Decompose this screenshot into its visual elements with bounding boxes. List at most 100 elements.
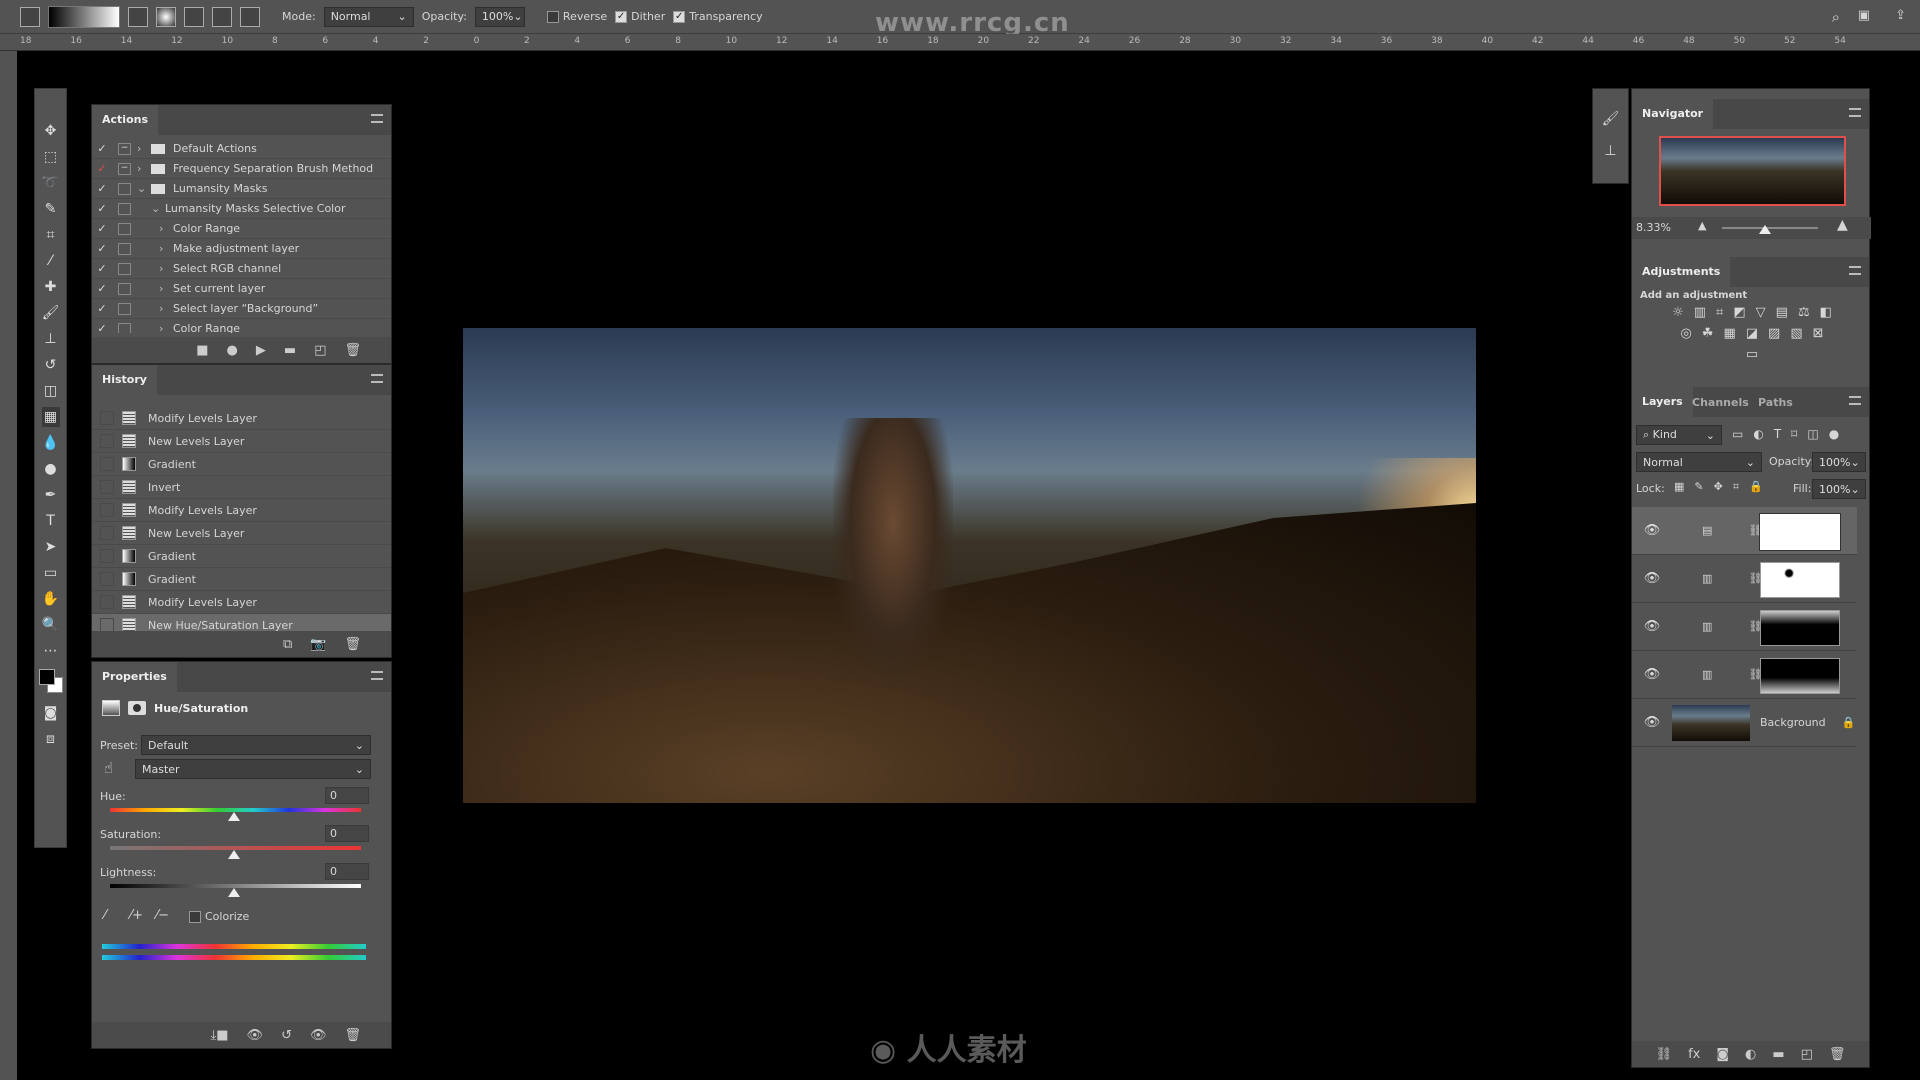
filter-toggle-icon[interactable]: ●	[1829, 427, 1839, 441]
layer-mask-thumbnail[interactable]	[1760, 610, 1840, 646]
snapshot-source-box[interactable]	[100, 572, 114, 586]
hue-value-input[interactable]: 0	[325, 787, 369, 804]
fx-icon[interactable]: fx	[1688, 1047, 1700, 1062]
zoom-tool-icon[interactable]: 🔍	[42, 615, 60, 635]
brush-tool-icon[interactable]: 🖌	[42, 303, 60, 323]
posterize-icon[interactable]: ▨	[1768, 326, 1780, 341]
panel-menu-icon[interactable]	[371, 114, 383, 123]
check-icon[interactable]: ✓	[92, 222, 112, 235]
layer-background[interactable]: 👁 Background 🔒	[1632, 699, 1857, 747]
check-icon[interactable]: ✓	[92, 242, 112, 255]
document-canvas-image[interactable]	[463, 328, 1476, 803]
properties-tab[interactable]: Properties	[92, 662, 177, 692]
check-icon[interactable]: ✓	[92, 162, 112, 175]
color-lookup-icon[interactable]: ▦	[1723, 326, 1735, 341]
more-tools-icon[interactable]: ⋯	[42, 641, 60, 661]
action-item[interactable]: ✓ › Set current layer	[92, 279, 391, 299]
new-action-icon[interactable]: ◰	[314, 343, 326, 358]
channel-mixer-icon[interactable]: ☘	[1702, 326, 1714, 341]
eyedropper-add-icon[interactable]: ⁄+	[130, 908, 143, 923]
channel-select[interactable]: Master ⌄	[135, 759, 371, 779]
visibility-eye-icon[interactable]: 👁	[1632, 667, 1672, 682]
snapshot-source-box[interactable]	[100, 411, 114, 425]
action-item[interactable]: ✓ › Color Range	[92, 319, 391, 333]
panel-menu-icon[interactable]	[371, 374, 383, 383]
panel-menu-icon[interactable]	[1849, 396, 1861, 405]
move-tool-icon[interactable]: ✥	[42, 121, 60, 141]
eyedropper-icon[interactable]: ⁄	[104, 908, 106, 923]
trash-icon[interactable]: 🗑	[1829, 1047, 1846, 1062]
fill-input[interactable]: 100% ⌄	[1812, 479, 1866, 499]
pen-tool-icon[interactable]: ✒	[42, 485, 60, 505]
chevron-down-icon[interactable]: ⌄	[151, 202, 165, 215]
saturation-slider-thumb[interactable]	[228, 850, 240, 859]
view-previous-state-icon[interactable]: 👁	[247, 1028, 264, 1043]
visibility-eye-icon[interactable]: 👁	[310, 1028, 327, 1043]
new-set-folder-icon[interactable]: ▬	[284, 343, 296, 358]
visibility-eye-icon[interactable]: 👁	[1632, 523, 1672, 538]
action-item[interactable]: ✓ › Color Range	[92, 219, 391, 239]
layer-mask-thumbnail[interactable]	[1760, 562, 1840, 598]
shape-tool-icon[interactable]: ▭	[42, 563, 60, 583]
lightness-slider-thumb[interactable]	[228, 888, 240, 897]
dialog-toggle-icon[interactable]	[118, 222, 131, 235]
history-state[interactable]: Invert	[92, 476, 391, 499]
eraser-tool-icon[interactable]: ◫	[42, 381, 60, 401]
share-icon[interactable]: ⇪	[1895, 8, 1906, 23]
workspace-icon[interactable]: ▣	[1858, 8, 1870, 23]
filter-pixel-icon[interactable]: ▭	[1732, 427, 1743, 441]
hand-tool-icon[interactable]: ✋	[42, 589, 60, 609]
blend-mode-select[interactable]: Normal ⌄	[1636, 452, 1762, 472]
chevron-down-icon[interactable]: ⌄	[137, 182, 151, 195]
history-state[interactable]: Modify Levels Layer	[92, 591, 391, 614]
snapshot-source-box[interactable]	[100, 595, 114, 609]
diamond-gradient-button[interactable]	[240, 6, 260, 27]
snapshot-source-box[interactable]	[100, 434, 114, 448]
path-selection-icon[interactable]: ➤	[42, 537, 60, 557]
history-brush-icon[interactable]: ↺	[42, 355, 60, 375]
levels-icon[interactable]: ▥	[1694, 305, 1706, 320]
curves-icon[interactable]: ⌗	[1716, 305, 1723, 320]
add-mask-icon[interactable]: ◙	[1716, 1047, 1729, 1062]
eyedropper-subtract-icon[interactable]: ⁄−	[156, 908, 169, 923]
chevron-right-icon[interactable]: ›	[159, 322, 173, 333]
layer-mask-thumbnail[interactable]	[1760, 658, 1840, 694]
vibrance-icon[interactable]: ▽	[1756, 305, 1766, 320]
chevron-right-icon[interactable]: ›	[137, 142, 151, 155]
angle-gradient-button[interactable]	[184, 6, 204, 27]
chevron-right-icon[interactable]: ›	[159, 242, 173, 255]
opacity-input[interactable]: 100% ⌄	[474, 6, 525, 27]
lasso-tool-icon[interactable]: ➰	[42, 173, 60, 193]
selective-color-icon[interactable]: ⊠	[1813, 326, 1824, 341]
check-icon[interactable]: ✓	[92, 202, 112, 215]
action-item[interactable]: ✓ − › Default Actions	[92, 139, 391, 159]
lock-position-icon[interactable]: ✥	[1714, 480, 1723, 494]
record-icon[interactable]: ●	[227, 343, 238, 358]
reset-icon[interactable]: ↺	[281, 1028, 292, 1043]
brush-settings-icon[interactable]: 🖌	[1593, 111, 1628, 127]
clone-source-icon[interactable]: ⊥	[1593, 143, 1628, 159]
brightness-contrast-icon[interactable]: ☼	[1672, 305, 1684, 320]
snapshot-source-box[interactable]	[100, 503, 114, 517]
trash-icon[interactable]: 🗑	[344, 637, 361, 652]
linear-gradient-button[interactable]	[128, 6, 148, 27]
dither-checkbox[interactable]: ✓ Dither	[615, 10, 665, 23]
gradient-tool-icon[interactable]: ▦	[41, 407, 60, 427]
snapshot-source-box[interactable]	[100, 618, 114, 632]
channels-tab[interactable]: Channels	[1692, 396, 1749, 409]
panel-menu-icon[interactable]	[371, 671, 383, 680]
visibility-eye-icon[interactable]: 👁	[1632, 571, 1672, 586]
check-icon[interactable]: ✓	[92, 182, 112, 195]
navigator-thumbnail[interactable]	[1659, 136, 1846, 206]
new-layer-icon[interactable]: ◰	[1801, 1047, 1813, 1062]
zoom-slider-thumb[interactable]	[1759, 225, 1772, 234]
lock-image-icon[interactable]: ✎	[1694, 480, 1703, 494]
stop-icon[interactable]: ■	[196, 343, 208, 358]
layers-tab[interactable]: Layers	[1632, 387, 1693, 417]
dialog-toggle-icon[interactable]	[118, 322, 131, 333]
snapshot-source-box[interactable]	[100, 480, 114, 494]
gradient-map-icon[interactable]: ▭	[1746, 347, 1758, 362]
action-item[interactable]: ✓ › Select RGB channel	[92, 259, 391, 279]
threshold-icon[interactable]: ▧	[1790, 326, 1802, 341]
layer-hue-saturation[interactable]: 👁 ▤ ⛓	[1632, 507, 1857, 555]
